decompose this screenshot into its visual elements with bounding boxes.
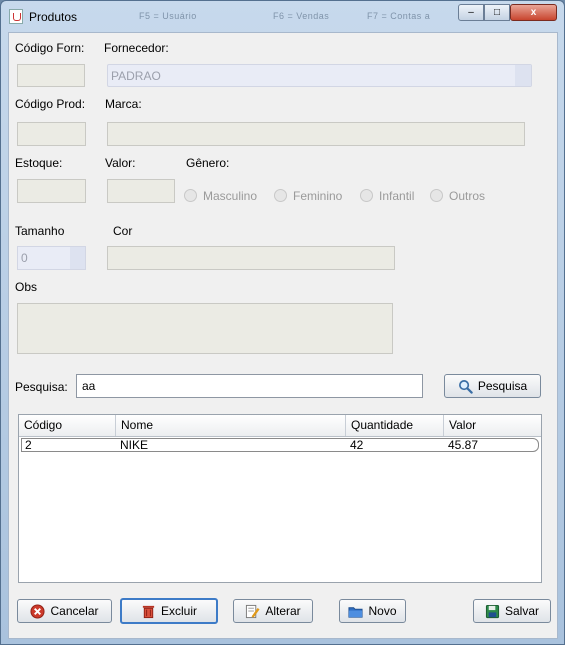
results-table[interactable]: Código Nome Quantidade Valor 2 NIKE 42 4… [18, 414, 542, 583]
table-header: Código Nome Quantidade Valor [19, 415, 541, 437]
codigo-forn-field[interactable] [17, 64, 85, 87]
table-row[interactable]: 2 NIKE 42 45.87 [21, 438, 539, 452]
save-button-label: Salvar [504, 604, 539, 618]
background-window-title: F7 = Contas a [367, 11, 431, 21]
spinner-arrows[interactable] [70, 247, 85, 269]
codigo-forn-label: Código Forn: [15, 41, 85, 55]
column-header-quantidade[interactable]: Quantidade [346, 415, 444, 436]
search-label: Pesquisa: [15, 380, 68, 394]
delete-button[interactable]: Excluir [120, 598, 218, 624]
tamanho-spinner[interactable]: 0 [17, 246, 86, 270]
fornecedor-label: Fornecedor: [104, 41, 169, 55]
close-button[interactable]: x [510, 4, 557, 21]
cor-label: Cor [113, 224, 133, 238]
codigo-prod-field[interactable] [17, 122, 86, 146]
radio-circle [360, 189, 373, 202]
estoque-label: Estoque: [15, 156, 63, 170]
marca-field[interactable] [107, 122, 525, 146]
background-window-title: F6 = Vendas [273, 11, 330, 21]
radio-circle [184, 189, 197, 202]
column-header-valor[interactable]: Valor [444, 415, 541, 436]
folder-icon [348, 606, 364, 618]
tamanho-label: Tamanho [15, 224, 65, 238]
delete-button-label: Excluir [160, 604, 197, 618]
title-bar[interactable]: F5 = Usuário F6 = Vendas F7 = Contas a P… [1, 1, 564, 32]
trash-icon [142, 605, 155, 618]
cor-field[interactable] [107, 246, 395, 270]
maximize-button[interactable]: □ [484, 4, 510, 21]
cancel-icon [30, 603, 46, 619]
minimize-button[interactable]: – [458, 4, 484, 21]
radio-circle [430, 189, 443, 202]
fornecedor-value: PADRAO [111, 69, 161, 83]
marca-label: Marca: [105, 97, 142, 111]
column-header-nome[interactable]: Nome [116, 415, 346, 436]
search-button-label: Pesquisa [477, 379, 528, 393]
valor-label: Valor: [105, 156, 136, 170]
radio-circle [274, 189, 287, 202]
edit-button[interactable]: Alterar [233, 599, 313, 623]
search-button[interactable]: Pesquisa [444, 374, 541, 398]
background-window-title: F5 = Usuário [139, 11, 197, 21]
window-title: Produtos [29, 10, 78, 24]
fornecedor-combo[interactable]: PADRAO [107, 64, 532, 87]
codigo-prod-label: Código Prod: [15, 97, 86, 111]
radio-label: Masculino [203, 189, 258, 203]
form-panel: Código Forn: Fornecedor: PADRAO Código P… [8, 32, 558, 639]
floppy-disk-icon [485, 604, 500, 618]
edit-icon [246, 604, 260, 618]
new-button-label: Novo [368, 604, 397, 618]
new-button[interactable]: Novo [339, 599, 406, 623]
tamanho-value: 0 [21, 251, 28, 265]
cell-nome: NIKE [120, 438, 149, 452]
obs-label: Obs [15, 280, 38, 294]
edit-button-label: Alterar [265, 604, 301, 618]
genero-label: Gênero: [186, 156, 230, 170]
column-header-codigo[interactable]: Código [19, 415, 116, 436]
cancel-button-label: Cancelar [50, 604, 99, 618]
valor-field[interactable] [107, 179, 175, 203]
estoque-field[interactable] [17, 179, 86, 203]
java-app-icon [9, 9, 23, 24]
obs-textarea[interactable] [17, 303, 393, 354]
save-button[interactable]: Salvar [473, 599, 551, 623]
radio-label: Outros [449, 189, 486, 203]
radio-label: Feminino [293, 189, 343, 203]
window: F5 = Usuário F6 = Vendas F7 = Contas a P… [0, 0, 565, 645]
combo-arrow[interactable] [515, 65, 531, 86]
cell-codigo: 2 [25, 438, 32, 452]
cell-quantidade: 42 [350, 438, 364, 452]
magnifier-icon [458, 379, 473, 394]
cancel-button[interactable]: Cancelar [17, 599, 112, 623]
search-input[interactable] [76, 374, 423, 398]
radio-label: Infantil [379, 189, 415, 203]
cell-valor: 45.87 [448, 438, 479, 452]
